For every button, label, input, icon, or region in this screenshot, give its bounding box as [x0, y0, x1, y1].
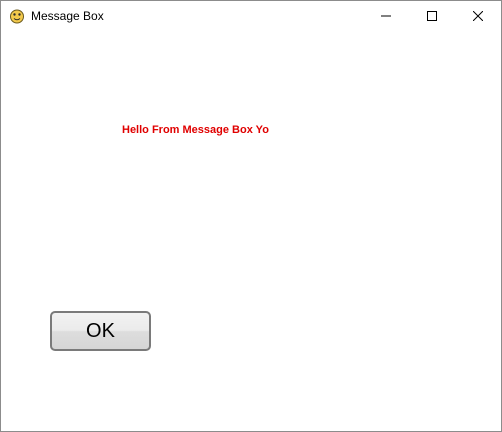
python-app-icon [9, 8, 25, 24]
ok-button[interactable]: OK [50, 311, 151, 351]
message-text: Hello From Message Box Yo [122, 124, 269, 136]
maximize-icon [427, 11, 437, 21]
title-bar[interactable]: Message Box [1, 1, 501, 31]
minimize-icon [381, 11, 391, 21]
maximize-button[interactable] [409, 1, 455, 31]
close-icon [473, 11, 483, 21]
ok-button-label: OK [86, 320, 115, 342]
message-box-window: Message Box Hello From Message Box Yo OK [0, 0, 502, 432]
minimize-button[interactable] [363, 1, 409, 31]
close-button[interactable] [455, 1, 501, 31]
window-title: Message Box [31, 9, 104, 23]
